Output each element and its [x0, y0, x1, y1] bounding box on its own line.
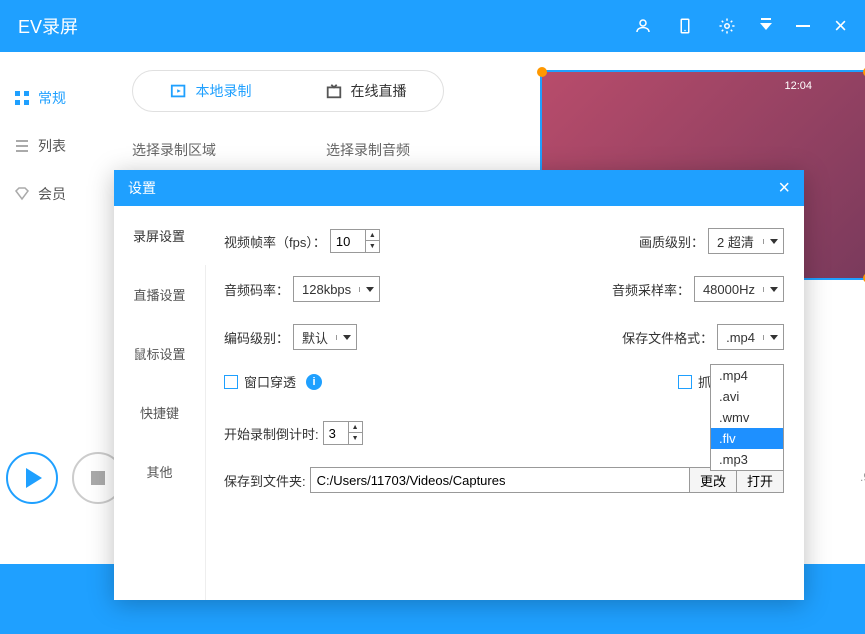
close-icon[interactable]: ×	[834, 19, 847, 33]
savepath-label: 保存到文件夹:	[224, 471, 306, 490]
playback-controls	[6, 452, 124, 504]
list-icon	[14, 138, 30, 154]
audio-label: 选择录制音频	[326, 140, 410, 160]
chevron-down-icon[interactable]	[763, 239, 783, 244]
live-icon	[325, 82, 343, 100]
enhance-checkbox[interactable]	[678, 375, 692, 389]
format-option[interactable]: .flv	[711, 428, 783, 449]
format-option[interactable]: .avi	[711, 386, 783, 407]
dialog-nav-live[interactable]: 直播设置	[114, 265, 205, 324]
fps-field[interactable]	[331, 230, 365, 252]
diamond-icon	[14, 186, 30, 202]
format-option[interactable]: .mp4	[711, 365, 783, 386]
format-option[interactable]: .mp3	[711, 449, 783, 470]
dialog-body: 录屏设置 直播设置 鼠标设置 快捷键 其他 视频帧率（fps）： ▲▼ 画质级别…	[114, 206, 804, 600]
dialog-titlebar: 设置 ×	[114, 170, 804, 206]
gear-icon[interactable]	[718, 17, 736, 35]
nav-member[interactable]: 会员	[0, 170, 92, 218]
dialog-nav-mouse[interactable]: 鼠标设置	[114, 324, 205, 383]
mobile-icon[interactable]	[676, 17, 694, 35]
quality-label: 画质级别：	[639, 232, 704, 251]
spinner-up[interactable]: ▲	[366, 230, 379, 241]
spinner-down[interactable]: ▼	[366, 241, 379, 252]
menu-dropdown-icon[interactable]	[760, 23, 772, 30]
settings-dialog: 设置 × 录屏设置 直播设置 鼠标设置 快捷键 其他 视频帧率（fps）： ▲▼…	[114, 170, 804, 600]
format-option[interactable]: .wmv	[711, 407, 783, 428]
spinner-up[interactable]: ▲	[349, 422, 362, 433]
encode-select[interactable]: 默认	[293, 324, 357, 350]
play-icon	[26, 468, 42, 488]
transparent-label: 窗口穿透	[244, 372, 296, 391]
chevron-down-icon[interactable]	[763, 335, 783, 340]
nav-general-label: 常规	[38, 88, 66, 108]
nav-member-label: 会员	[38, 184, 66, 204]
tab-local-label: 本地录制	[196, 81, 252, 101]
chevron-down-icon[interactable]	[336, 335, 356, 340]
tab-local-record[interactable]: 本地录制	[133, 71, 288, 111]
countdown-label: 开始录制倒计时:	[224, 424, 319, 443]
dialog-title: 设置	[128, 178, 156, 198]
dialog-close-icon[interactable]: ×	[778, 177, 790, 200]
info-icon[interactable]: i	[306, 374, 322, 390]
area-label: 选择录制区域	[132, 140, 216, 160]
spinner-down[interactable]: ▼	[349, 433, 362, 444]
version-text: .9	[860, 470, 865, 484]
transparent-checkbox[interactable]	[224, 375, 238, 389]
format-dropdown: .mp4 .avi .wmv .flv .mp3	[710, 364, 784, 471]
countdown-field[interactable]	[324, 422, 348, 444]
abitrate-select[interactable]: 128kbps	[293, 276, 380, 302]
left-nav: 常规 列表 会员	[0, 52, 92, 634]
dialog-nav-hotkey[interactable]: 快捷键	[114, 383, 205, 442]
countdown-input[interactable]: ▲▼	[323, 421, 363, 445]
minimize-icon[interactable]	[796, 25, 810, 27]
chevron-down-icon[interactable]	[763, 287, 783, 292]
preview-clock: 12:04	[784, 80, 812, 92]
nav-list-label: 列表	[38, 136, 66, 156]
dialog-nav: 录屏设置 直播设置 鼠标设置 快捷键 其他	[114, 206, 206, 600]
titlebar: EV录屏 ×	[0, 0, 865, 52]
asample-label: 音频采样率：	[612, 280, 690, 299]
titlebar-actions: ×	[634, 17, 847, 35]
play-button[interactable]	[6, 452, 58, 504]
dialog-content: 视频帧率（fps）： ▲▼ 画质级别： 2 超清 音频码率： 128kbps 音…	[206, 206, 804, 600]
savepath-input[interactable]	[310, 467, 690, 493]
dialog-nav-other[interactable]: 其他	[114, 442, 205, 501]
savepath-row: 保存到文件夹: 更改 打开	[224, 467, 784, 493]
chevron-down-icon[interactable]	[359, 287, 379, 292]
format-label: 保存文件格式：	[622, 328, 713, 347]
abitrate-label: 音频码率：	[224, 280, 289, 299]
encode-label: 编码级别：	[224, 328, 289, 347]
nav-general[interactable]: 常规	[0, 74, 92, 122]
app-title: EV录屏	[18, 13, 78, 39]
fps-input[interactable]: ▲▼	[330, 229, 380, 253]
tab-live-label: 在线直播	[351, 81, 407, 101]
record-icon	[170, 82, 188, 100]
stop-icon	[91, 471, 105, 485]
mode-tabs: 本地录制 在线直播	[132, 70, 444, 112]
tab-live[interactable]: 在线直播	[288, 71, 443, 111]
format-select[interactable]: .mp4	[717, 324, 784, 350]
fps-label: 视频帧率（fps）：	[224, 232, 326, 251]
dialog-nav-record[interactable]: 录屏设置	[114, 206, 206, 265]
asample-select[interactable]: 48000Hz	[694, 276, 784, 302]
grid-icon	[14, 90, 30, 106]
user-icon[interactable]	[634, 17, 652, 35]
resize-handle[interactable]	[537, 67, 547, 77]
quality-select[interactable]: 2 超清	[708, 228, 784, 254]
nav-list[interactable]: 列表	[0, 122, 92, 170]
